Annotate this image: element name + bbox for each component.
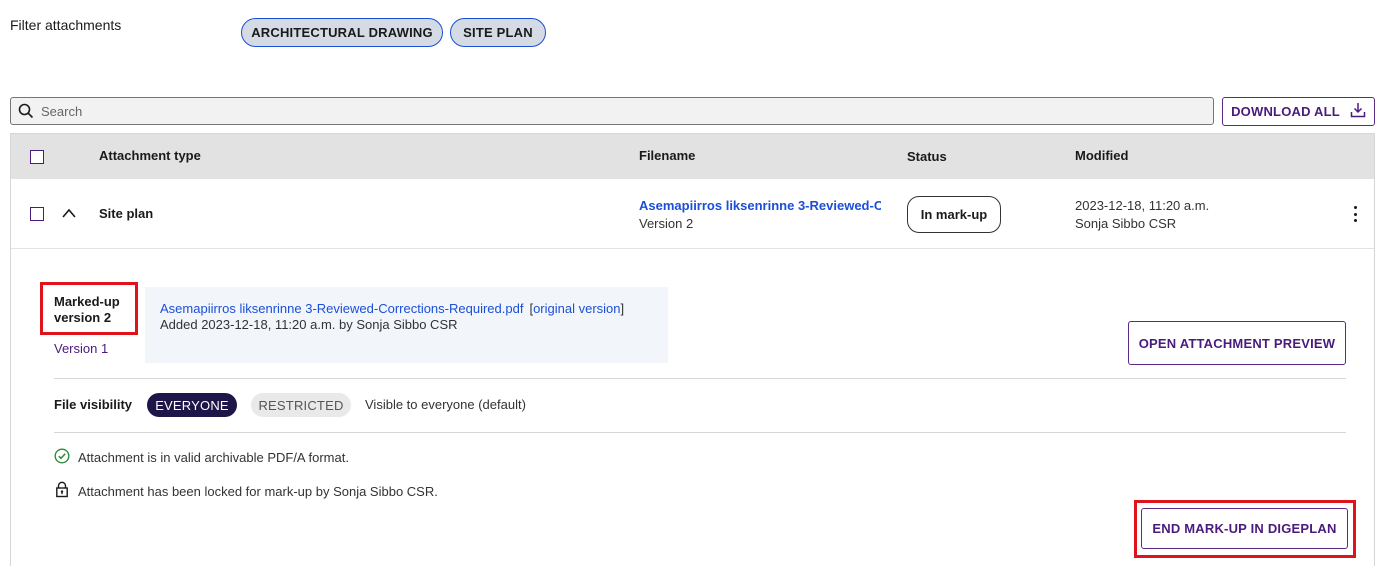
file-name-link[interactable]: Asemapiirros liksenrinne 3-Reviewed-Corr… <box>160 301 523 316</box>
file-card: Asemapiirros liksenrinne 3-Reviewed-Corr… <box>145 287 668 363</box>
modified-date: 2023-12-18, 11:20 a.m. <box>1075 198 1210 213</box>
row-checkbox[interactable] <box>30 207 44 221</box>
filter-label: Filter attachments <box>10 17 122 33</box>
end-markup-button[interactable]: END MARK-UP IN DIGEPLAN <box>1141 508 1348 549</box>
modified-cell: 2023-12-18, 11:20 a.m. Sonja Sibbo CSR <box>1075 198 1209 231</box>
filename-cell: Asemapiirros liksenrinne 3-Reviewed-Corr… <box>639 198 881 231</box>
version-1-link[interactable]: Version 1 <box>54 341 108 356</box>
filter-chip-site-plan[interactable]: SITE PLAN <box>450 18 546 47</box>
lock-icon <box>54 481 70 501</box>
lock-status: Attachment has been locked for mark-up b… <box>54 481 438 501</box>
select-all-checkbox[interactable] <box>30 150 44 164</box>
modified-by: Sonja Sibbo CSR <box>1075 216 1177 231</box>
download-all-button[interactable]: DOWNLOAD ALL <box>1222 97 1375 126</box>
divider <box>54 378 1346 379</box>
version-text: Version 2 <box>639 216 694 231</box>
collapse-chevron-icon[interactable] <box>61 207 77 222</box>
file-visibility-label: File visibility <box>54 397 133 412</box>
marked-up-version-label: Marked-up version 2 <box>54 294 120 325</box>
original-version-link[interactable]: original version <box>533 301 620 316</box>
filter-chip-architectural-drawing[interactable]: ARCHITECTURAL DRAWING <box>241 18 443 47</box>
row-detail-panel: Marked-up version 2 Version 1 Asemapiirr… <box>11 250 1374 566</box>
pdfa-status: Attachment is in valid archivable PDF/A … <box>54 448 349 467</box>
table-row[interactable]: Site plan Asemapiirros liksenrinne 3-Rev… <box>11 179 1374 249</box>
download-icon <box>1350 102 1366 121</box>
open-attachment-preview-button[interactable]: OPEN ATTACHMENT PREVIEW <box>1128 321 1346 365</box>
header-modified[interactable]: Modified <box>1075 148 1128 163</box>
table-header: Attachment type Filename Status Modified <box>11 134 1374 179</box>
search-icon <box>11 98 41 124</box>
search-bar[interactable] <box>10 97 1214 125</box>
pdfa-message: Attachment is in valid archivable PDF/A … <box>78 450 349 465</box>
visibility-everyone-toggle[interactable]: EVERYONE <box>147 393 237 417</box>
attachment-type: Site plan <box>99 206 154 221</box>
status-badge: In mark-up <box>907 196 1001 233</box>
search-input[interactable] <box>41 103 1201 119</box>
divider <box>54 432 1346 433</box>
check-circle-icon <box>54 448 70 467</box>
download-all-label: DOWNLOAD ALL <box>1231 104 1340 119</box>
visibility-restricted-toggle[interactable]: RESTRICTED <box>251 393 351 417</box>
more-options-icon[interactable] <box>1350 206 1360 222</box>
filename-link[interactable]: Asemapiirros liksenrinne 3-Reviewed-Corr… <box>639 198 881 213</box>
header-filename[interactable]: Filename <box>639 148 695 163</box>
header-attachment-type[interactable]: Attachment type <box>99 148 201 163</box>
header-status[interactable]: Status <box>907 149 947 164</box>
lock-message: Attachment has been locked for mark-up b… <box>78 483 438 499</box>
visibility-description: Visible to everyone (default) <box>365 397 526 412</box>
file-added-text: Added 2023-12-18, 11:20 a.m. by Sonja Si… <box>160 317 458 332</box>
attachments-table: Attachment type Filename Status Modified… <box>10 133 1375 566</box>
